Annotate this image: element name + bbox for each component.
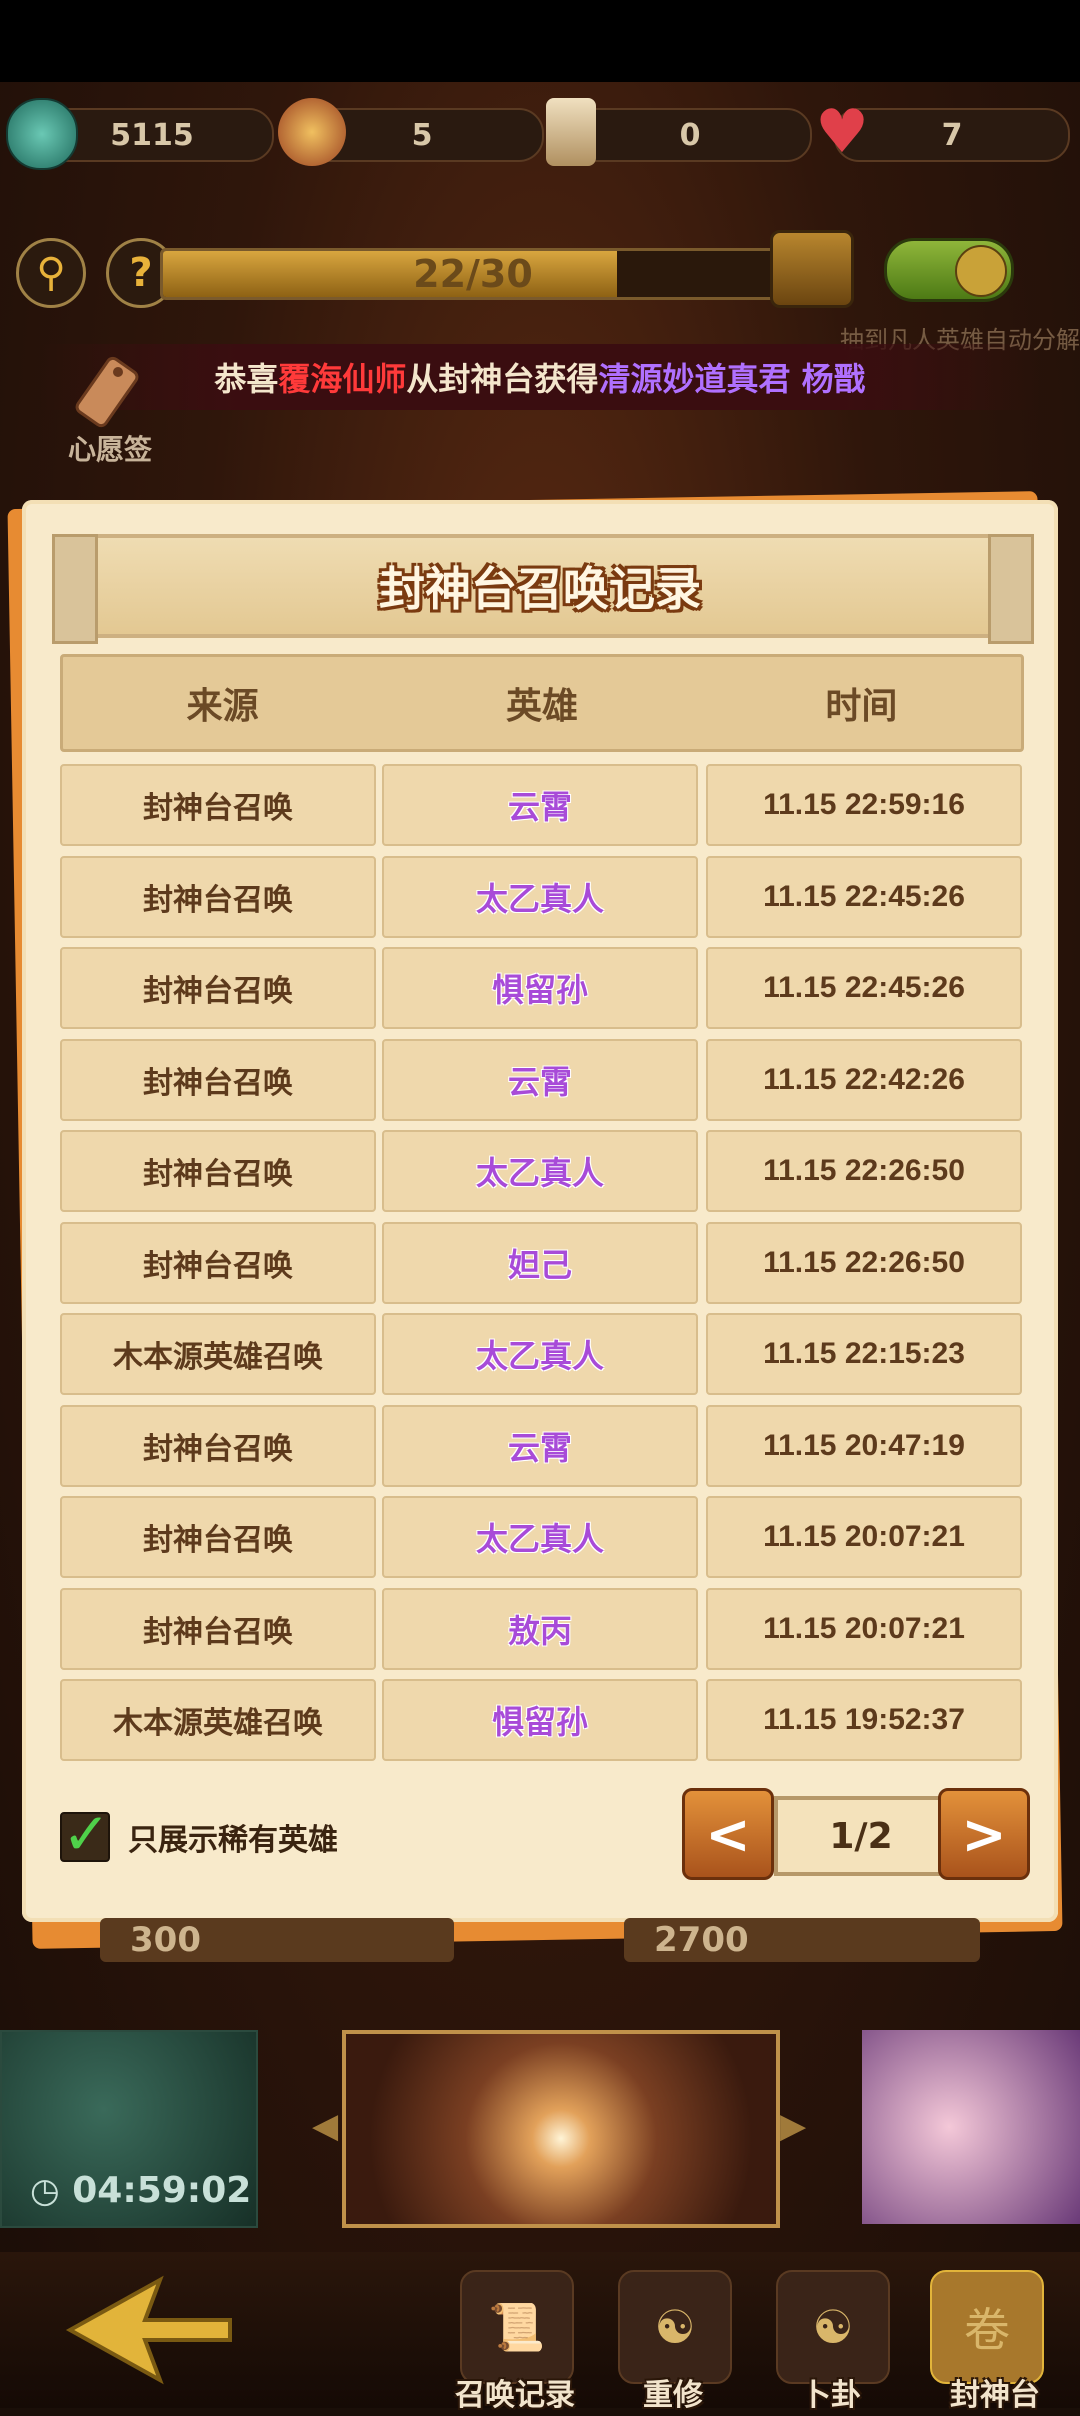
status-bar bbox=[0, 0, 1080, 82]
rare-only-checkbox[interactable]: ✓ bbox=[60, 1805, 111, 1863]
progress-bar: 22/30 bbox=[160, 248, 786, 300]
chevron-right-icon: > bbox=[961, 1802, 1007, 1866]
cell-hero: 太乙真人 bbox=[382, 1313, 698, 1395]
announcement-middle: 从封神台获得 bbox=[406, 360, 599, 398]
cell-source: 封神台召唤 bbox=[60, 1496, 376, 1578]
cell-hero: 太乙真人 bbox=[382, 1496, 698, 1578]
auto-decompose-toggle[interactable] bbox=[884, 238, 1014, 302]
cell-time: 11.15 22:26:50 bbox=[706, 1130, 1022, 1212]
cell-source: 封神台召唤 bbox=[60, 1038, 376, 1121]
nav-label-altar: 封神台 bbox=[950, 2378, 1040, 2413]
cell-time: 11.15 22:42:26 bbox=[706, 1038, 1022, 1121]
page-indicator: 1/2 bbox=[774, 1796, 948, 1876]
cell-source: 封神台召唤 bbox=[60, 764, 376, 846]
cell-source: 封神台召唤 bbox=[60, 1587, 376, 1670]
nav-label-divination: 卜卦 bbox=[801, 2378, 861, 2413]
yin-yang-icon: ☯ bbox=[812, 2300, 854, 2354]
coin-icon bbox=[6, 98, 78, 170]
nav-label-summon-record: 召唤记录 bbox=[455, 2378, 575, 2413]
cell-time: 11.15 20:07:21 bbox=[706, 1496, 1022, 1578]
checkmark-icon: ✓ bbox=[62, 1800, 111, 1868]
chevron-left-icon: < bbox=[705, 1802, 751, 1866]
cell-source: 封神台召唤 bbox=[60, 855, 376, 938]
resource-talisman: 0 bbox=[568, 108, 812, 162]
nav-divination[interactable]: ☯ bbox=[776, 2270, 890, 2384]
record-scroll-icon: 📜 bbox=[488, 2299, 546, 2354]
heart-icon: ♥ bbox=[815, 97, 869, 167]
cell-time: 11.15 22:15:23 bbox=[706, 1313, 1022, 1395]
column-header-hero: 英雄 bbox=[505, 686, 578, 727]
cell-hero: 太乙真人 bbox=[382, 1130, 698, 1212]
cell-hero: 云霄 bbox=[382, 1038, 698, 1121]
carousel-left-arrow[interactable]: ◀ bbox=[312, 2106, 338, 2146]
cell-hero: 惧留孙 bbox=[382, 947, 698, 1029]
cell-hero: 太乙真人 bbox=[382, 855, 698, 938]
progress-text: 22/30 bbox=[413, 252, 533, 296]
altar-icon: 卷 bbox=[964, 2303, 1010, 2357]
column-header-time: 时间 bbox=[825, 686, 898, 727]
cell-hero: 云霄 bbox=[382, 1404, 698, 1487]
cell-source: 封神台召唤 bbox=[60, 947, 376, 1029]
cell-time: 11.15 22:45:26 bbox=[706, 947, 1022, 1029]
nav-label-retrain: 重修 bbox=[643, 2378, 703, 2413]
toggle-knob bbox=[955, 245, 1007, 297]
monk-icon: ☯ bbox=[654, 2300, 696, 2354]
summon-panel-center[interactable] bbox=[342, 2030, 780, 2228]
column-header-source: 来源 bbox=[186, 686, 259, 727]
carousel-right-arrow[interactable]: ▶ bbox=[780, 2106, 806, 2146]
nav-altar[interactable]: 卷 bbox=[930, 2270, 1044, 2384]
cell-time: 11.15 22:26:50 bbox=[706, 1221, 1022, 1304]
cell-source: 封神台召唤 bbox=[60, 1404, 376, 1487]
cell-source: 封神台召唤 bbox=[60, 1130, 376, 1212]
cell-hero: 敖丙 bbox=[382, 1587, 698, 1670]
next-page-button[interactable]: > bbox=[938, 1788, 1030, 1880]
cell-source: 木本源英雄召唤 bbox=[60, 1313, 376, 1395]
table-header: 来源 英雄 时间 bbox=[60, 654, 1024, 752]
dialog-title: 封神台召唤记录 bbox=[379, 562, 701, 616]
cell-hero: 云霄 bbox=[382, 764, 698, 846]
cost-right: 2700 bbox=[624, 1918, 980, 1962]
cell-source: 木本源英雄召唤 bbox=[60, 1679, 376, 1761]
summon-panel-right[interactable] bbox=[862, 2030, 1080, 2224]
clock-icon: ◷ bbox=[30, 2171, 60, 2211]
cell-time: 11.15 20:07:21 bbox=[706, 1587, 1022, 1670]
prev-page-button[interactable]: < bbox=[682, 1788, 774, 1880]
treasure-chest-icon[interactable] bbox=[770, 230, 854, 308]
cell-hero: 妲己 bbox=[382, 1221, 698, 1304]
question-icon: ? bbox=[129, 250, 153, 296]
wish-tag-label: 心愿签 bbox=[67, 433, 152, 466]
cell-time: 11.15 19:52:37 bbox=[706, 1679, 1022, 1761]
search-icon: ⚲ bbox=[36, 250, 66, 296]
announcement-prefix: 恭喜 bbox=[214, 360, 279, 398]
cell-time: 11.15 20:47:19 bbox=[706, 1404, 1022, 1487]
announcement-banner: 恭喜 覆海仙师 从封神台获得 清源妙道真君 杨戬 bbox=[40, 344, 1040, 410]
announcement-player: 覆海仙师 bbox=[278, 360, 407, 398]
back-arrow-icon[interactable] bbox=[40, 2270, 240, 2390]
countdown-timer: ◷ 04:59:02 bbox=[30, 2170, 252, 2211]
cost-left: 300 bbox=[100, 1918, 454, 1962]
cell-hero: 惧留孙 bbox=[382, 1679, 698, 1761]
scroll-bag-icon bbox=[278, 98, 346, 166]
search-button[interactable]: ⚲ bbox=[16, 238, 86, 308]
nav-summon-record[interactable]: 📜 bbox=[460, 2270, 574, 2384]
talisman-icon bbox=[546, 98, 596, 166]
rare-only-label: 只展示稀有英雄 bbox=[128, 1823, 338, 1858]
cell-time: 11.15 22:45:26 bbox=[706, 855, 1022, 938]
cell-source: 封神台召唤 bbox=[60, 1221, 376, 1304]
announcement-hero: 清源妙道真君 杨戬 bbox=[598, 360, 866, 398]
nav-retrain[interactable]: ☯ bbox=[618, 2270, 732, 2384]
cell-time: 11.15 22:59:16 bbox=[706, 764, 1022, 846]
